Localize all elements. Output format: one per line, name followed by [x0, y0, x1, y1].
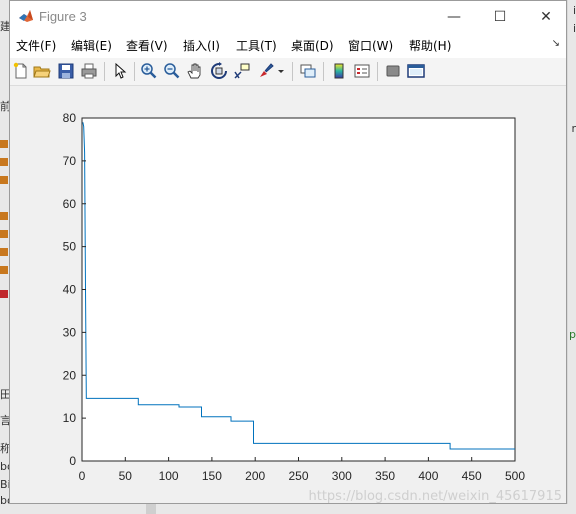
y-tick-label: 30	[63, 325, 77, 339]
y-tick-label: 60	[63, 197, 77, 211]
background-file-icon	[0, 248, 8, 256]
axes-box[interactable]	[81, 117, 516, 462]
figure-canvas: 0 50 100 150 200 250 300 350 400 450 500 0 10 20 30 40…	[63, 111, 562, 503]
y-tick-label: 50	[63, 240, 77, 254]
x-tick-label: 200	[245, 469, 265, 483]
background-file-icon	[0, 230, 8, 238]
y-tick-label: 70	[63, 154, 77, 168]
x-tick-label: 250	[288, 469, 308, 483]
background-app-right: i i r p	[568, 0, 576, 514]
background-text: p	[569, 328, 576, 341]
x-tick-label: 450	[462, 469, 482, 483]
y-tick-label: 0	[69, 454, 76, 468]
background-scrollbar	[146, 504, 156, 514]
y-tick-label: 20	[63, 368, 77, 382]
background-file-icon	[0, 158, 8, 166]
background-app-bottom	[0, 504, 576, 514]
background-file-icon	[0, 212, 8, 220]
x-tick-label: 50	[119, 469, 133, 483]
y-tick-label: 10	[63, 411, 77, 425]
background-file-icon	[0, 176, 8, 184]
x-tick-label: 400	[418, 469, 438, 483]
x-tick-label: 150	[202, 469, 222, 483]
y-tick-label: 40	[63, 283, 77, 297]
figure-window: Figure 3 — ☐ ✕ 文件(F) 编辑(E) 查看(V) 插入(I) 工…	[9, 0, 567, 504]
watermark-text: https://blog.csdn.net/weixin_45617915	[308, 489, 562, 503]
background-pdf-icon	[0, 290, 8, 298]
x-tick-label: 100	[159, 469, 179, 483]
y-tick-label: 80	[63, 111, 77, 125]
background-text: r	[571, 122, 576, 135]
x-tick-label: 350	[375, 469, 395, 483]
x-tick-label: 300	[332, 469, 352, 483]
background-file-icon	[0, 266, 8, 274]
background-file-icon	[0, 140, 8, 148]
x-tick-label: 0	[79, 469, 86, 483]
x-tick-label: 500	[505, 469, 525, 483]
